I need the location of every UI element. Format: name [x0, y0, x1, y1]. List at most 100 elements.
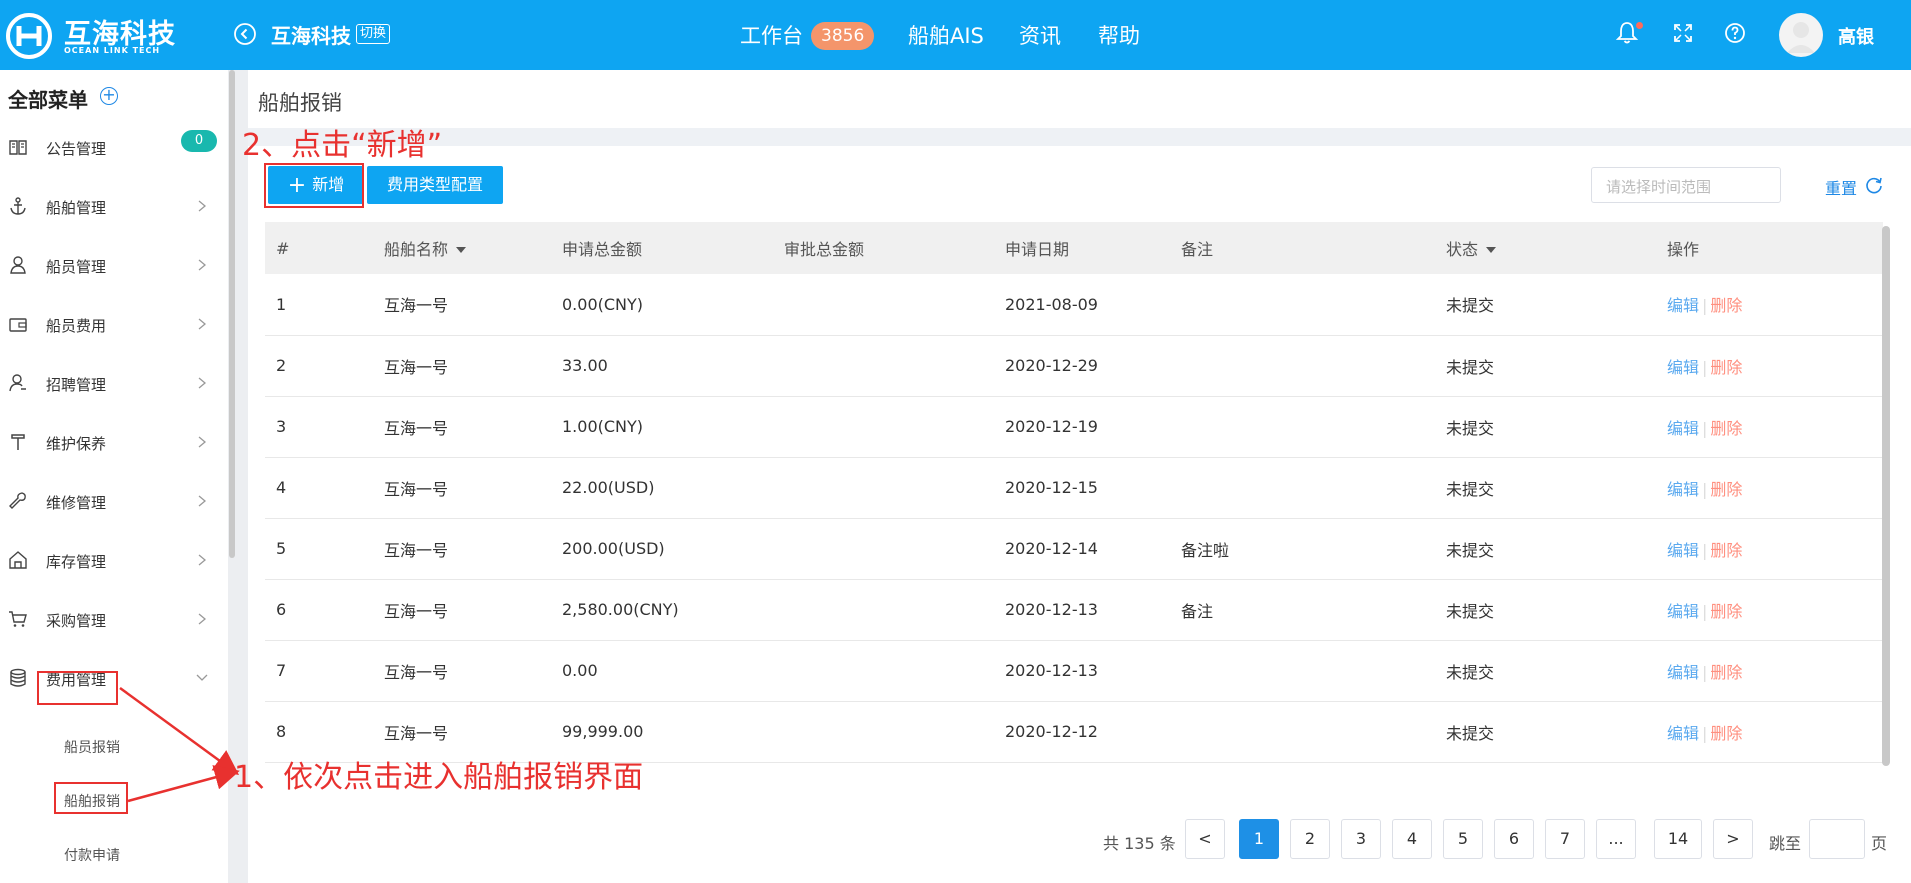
column-header-actions: 操作 [1667, 240, 1700, 259]
pagination-page[interactable]: 1 [1239, 819, 1279, 859]
action-separator: | [1702, 662, 1708, 682]
menu-add-icon[interactable]: + [100, 87, 118, 105]
brand-logo[interactable]: 互海科技 OCEAN LINK TECH [6, 10, 176, 60]
user-name[interactable]: 高银 [1838, 23, 1874, 49]
menu-title: 全部菜单 [8, 88, 88, 112]
sidebar-item-recruitment[interactable]: 招聘管理 [0, 363, 220, 403]
sidebar-item-crew[interactable]: 船员管理 [0, 245, 220, 285]
pagination-page[interactable]: 14 [1654, 819, 1702, 859]
pagination-page[interactable]: 2 [1290, 819, 1330, 859]
column-header-approve-total: 审批总金额 [784, 240, 865, 259]
table-row[interactable]: 7 互海一号 0.00 2020-12-13 未提交 编辑 | 删除 [265, 640, 1883, 701]
nav-help[interactable]: 帮助 [1098, 20, 1140, 50]
delete-link[interactable]: 删除 [1710, 602, 1742, 621]
edit-link[interactable]: 编辑 [1667, 663, 1699, 682]
switch-company-button[interactable]: 切换 [356, 24, 391, 44]
refresh-icon[interactable] [1864, 175, 1884, 195]
help-icon[interactable] [1722, 20, 1748, 46]
pagination-ellipsis[interactable]: ... [1596, 819, 1636, 859]
approve-total-cell [773, 701, 994, 762]
cart-icon [9, 611, 27, 627]
apply-total-cell: 33.00 [562, 356, 608, 375]
sidebar-subitem-payment-request[interactable]: 付款申请 [64, 845, 120, 865]
edit-link[interactable]: 编辑 [1667, 541, 1699, 560]
hammer-icon [11, 434, 25, 450]
ship-name-cell: 互海一号 [384, 479, 449, 499]
expense-type-config-button[interactable]: 费用类型配置 [367, 166, 503, 204]
pagination-page[interactable]: 3 [1341, 819, 1381, 859]
sidebar-item-purchasing[interactable]: 采购管理 [0, 599, 220, 639]
apply-total-cell: 0.00(CNY) [562, 294, 644, 314]
sidebar-scrollbar[interactable] [229, 70, 235, 558]
column-header-status[interactable]: 状态 [1435, 222, 1656, 274]
table-row[interactable]: 5 互海一号 200.00(USD) 2020-12-14 备注啦 未提交 编辑 | 删除 [265, 518, 1883, 579]
fullscreen-icon[interactable] [1670, 20, 1696, 46]
table-row[interactable]: 1 互海一号 0.00(CNY) 2021-08-09 未提交 编辑 | 删除 [265, 274, 1883, 335]
table-header-row: # 船舶名称 申请总金额 审批总金额 申请日期 备注 状态 操作 [265, 222, 1883, 274]
sidebar-item-maintenance[interactable]: 维护保养 [0, 422, 220, 462]
action-separator: | [1702, 723, 1708, 743]
table-row[interactable]: 2 互海一号 33.00 2020-12-29 未提交 编辑 | 删除 [265, 335, 1883, 396]
table-scrollbar[interactable] [1882, 226, 1890, 766]
back-arrow-icon[interactable] [233, 22, 257, 46]
approve-total-cell [773, 335, 994, 396]
edit-link[interactable]: 编辑 [1667, 602, 1699, 621]
apply-date-cell: 2020-12-15 [1005, 478, 1098, 497]
table-row[interactable]: 3 互海一号 1.00(CNY) 2020-12-19 未提交 编辑 | 删除 [265, 396, 1883, 457]
edit-link[interactable]: 编辑 [1667, 419, 1699, 438]
status-cell: 未提交 [1446, 662, 1495, 682]
avatar[interactable] [1779, 13, 1823, 57]
sort-caret-icon [456, 247, 467, 253]
table-row[interactable]: 4 互海一号 22.00(USD) 2020-12-15 未提交 编辑 | 删除 [265, 457, 1883, 518]
nav-news[interactable]: 资讯 [1019, 20, 1061, 50]
database-icon [10, 668, 26, 687]
sidebar-subitem-crew-reimbursement[interactable]: 船员报销 [64, 737, 120, 757]
logo-mark-icon [6, 13, 52, 59]
table-row[interactable]: 6 互海一号 2,580.00(CNY) 2020-12-13 备注 未提交 编辑 | 删除 [265, 579, 1883, 640]
date-range-picker[interactable]: 请选择时间范围 [1591, 167, 1781, 203]
delete-link[interactable]: 删除 [1710, 419, 1742, 438]
pagination-page[interactable]: 6 [1494, 819, 1534, 859]
pagination-next-button[interactable]: > [1713, 819, 1753, 859]
actions-cell: 编辑 | 删除 [1656, 640, 1883, 701]
pagination-page[interactable]: 5 [1443, 819, 1483, 859]
note-cell [1170, 335, 1435, 396]
reset-button[interactable]: 重置 [1825, 175, 1857, 199]
edit-link[interactable]: 编辑 [1667, 724, 1699, 743]
delete-link[interactable]: 删除 [1710, 480, 1742, 499]
delete-link[interactable]: 删除 [1710, 541, 1742, 560]
sidebar-item-inventory[interactable]: 库存管理 [0, 540, 220, 580]
nav-workbench[interactable]: 工作台 [740, 20, 803, 50]
nav-ship-ais[interactable]: 船舶AIS [908, 20, 984, 50]
edit-link[interactable]: 编辑 [1667, 296, 1699, 315]
row-index-cell: 4 [276, 478, 287, 497]
approve-total-cell [773, 518, 994, 579]
sidebar-item-announcements[interactable]: 公告管理 0 [0, 127, 220, 167]
chevron-right-icon [198, 495, 207, 507]
apply-total-cell: 200.00(USD) [562, 539, 665, 558]
delete-link[interactable]: 删除 [1710, 663, 1742, 682]
sidebar-item-crew-expenses[interactable]: 船员费用 [0, 304, 220, 344]
sidebar-item-ships[interactable]: 船舶管理 [0, 186, 220, 226]
note-cell: 备注啦 [1181, 540, 1230, 560]
note-cell [1170, 274, 1435, 335]
approve-total-cell [773, 457, 994, 518]
column-header-apply-total: 申请总金额 [562, 240, 643, 259]
pagination-page[interactable]: 7 [1545, 819, 1585, 859]
annotation-highlight-add-button [264, 163, 364, 208]
annotation-highlight-ship-reimbursement [54, 782, 128, 814]
pagination-prev-button[interactable]: < [1185, 819, 1225, 859]
delete-link[interactable]: 删除 [1710, 358, 1742, 377]
workbench-count-badge[interactable]: 3856 [811, 22, 875, 50]
column-header-ship-name[interactable]: 船舶名称 [373, 222, 551, 274]
title-divider-band [248, 128, 1911, 146]
edit-link[interactable]: 编辑 [1667, 480, 1699, 499]
delete-link[interactable]: 删除 [1710, 296, 1742, 315]
apply-date-cell: 2020-12-13 [1005, 661, 1098, 680]
status-cell: 未提交 [1446, 723, 1495, 743]
edit-link[interactable]: 编辑 [1667, 358, 1699, 377]
pagination-page[interactable]: 4 [1392, 819, 1432, 859]
jump-page-input[interactable] [1809, 819, 1865, 859]
sidebar-item-repairs[interactable]: 维修管理 [0, 481, 220, 521]
delete-link[interactable]: 删除 [1710, 724, 1742, 743]
